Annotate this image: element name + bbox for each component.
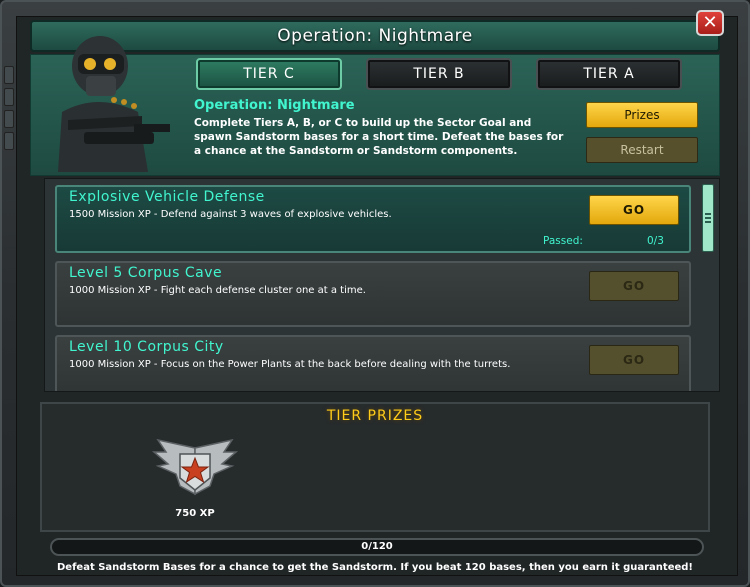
mission-list[interactable]: Explosive Vehicle Defense 1500 Mission X… xyxy=(44,178,720,392)
scroll-grip xyxy=(705,213,711,215)
go-button-disabled: GO xyxy=(589,345,679,375)
mission-item-level-10-corpus-city: Level 10 Corpus City 1000 Mission XP - F… xyxy=(55,335,691,391)
mission-description: 1500 Mission XP - Defend against 3 waves… xyxy=(69,209,392,220)
frame-rivets xyxy=(2,62,16,152)
go-button[interactable]: GO xyxy=(589,195,679,225)
mission-title: Explosive Vehicle Defense xyxy=(69,189,265,205)
tier-tabs: TIER C TIER B TIER A xyxy=(196,58,686,90)
prize-label: 750 XP xyxy=(175,508,215,519)
tab-tier-c[interactable]: TIER C xyxy=(196,58,342,90)
restart-button[interactable]: Restart xyxy=(586,137,698,163)
scroll-grip xyxy=(705,217,711,219)
mission-description: 1000 Mission XP - Focus on the Power Pla… xyxy=(69,359,511,370)
passed-label: Passed: xyxy=(543,235,583,247)
mission-item-level-5-corpus-cave: Level 5 Corpus Cave 1000 Mission XP - Fi… xyxy=(55,261,691,327)
tab-tier-a[interactable]: TIER A xyxy=(536,58,682,90)
tier-prizes-panel: TIER PRIZES xyxy=(40,402,710,532)
window-title: Operation: Nightmare xyxy=(277,26,473,46)
mission-item-explosive-vehicle-defense: Explosive Vehicle Defense 1500 Mission X… xyxy=(55,185,691,253)
tab-tier-b[interactable]: TIER B xyxy=(366,58,512,90)
close-icon: ✕ xyxy=(702,12,718,33)
mission-progress: 0/3 xyxy=(647,235,664,247)
footer-message: Defeat Sandstorm Bases for a chance to g… xyxy=(57,562,693,573)
sector-goal-progress-bar: 0/120 xyxy=(50,538,704,556)
progress-text: 0/120 xyxy=(361,541,393,552)
mission-description: 1000 Mission XP - Fight each defense clu… xyxy=(69,285,366,296)
mission-title: Level 5 Corpus Cave xyxy=(69,265,223,281)
go-button-disabled: GO xyxy=(589,271,679,301)
prizes-button[interactable]: Prizes xyxy=(586,102,698,128)
mission-scrollbar[interactable] xyxy=(702,184,714,252)
soldier-portrait xyxy=(58,36,170,172)
operation-name: Operation: Nightmare xyxy=(194,98,355,113)
mission-title: Level 10 Corpus City xyxy=(69,339,224,355)
xp-wings-star-badge-icon xyxy=(151,438,239,496)
close-button[interactable]: ✕ xyxy=(696,10,724,36)
tier-prizes-title: TIER PRIZES xyxy=(326,408,424,424)
operation-description: Complete Tiers A, B, or C to build up th… xyxy=(194,117,564,157)
scroll-grip xyxy=(705,221,711,223)
